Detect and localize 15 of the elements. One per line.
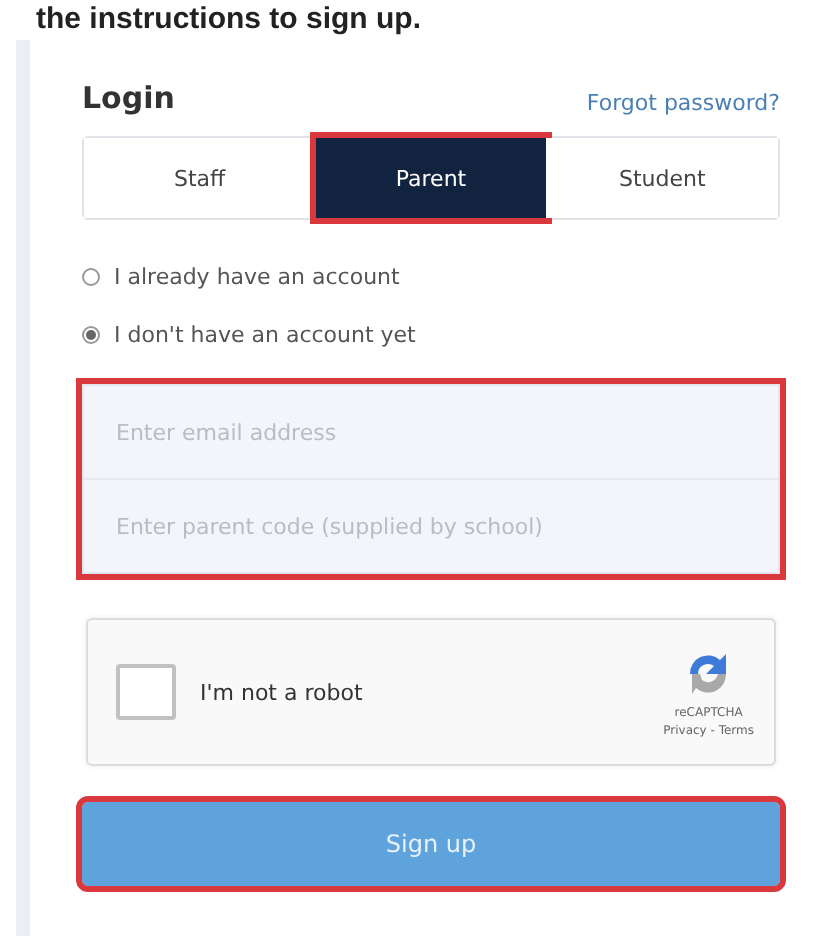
forgot-password-link[interactable]: Forgot password? bbox=[586, 90, 780, 116]
login-title: Login bbox=[82, 80, 175, 116]
captcha-checkbox[interactable] bbox=[116, 664, 176, 720]
radio-icon[interactable] bbox=[82, 268, 100, 286]
radio-icon[interactable] bbox=[82, 326, 100, 344]
role-tab[interactable]: Parent bbox=[315, 138, 547, 218]
account-option[interactable]: I don't have an account yet bbox=[82, 322, 780, 348]
input-field[interactable]: Enter email address bbox=[84, 386, 778, 478]
role-tab[interactable]: Student bbox=[546, 138, 779, 218]
caption-text: the instructions to sign up. bbox=[34, 0, 423, 40]
option-label: I don't have an account yet bbox=[114, 322, 416, 348]
account-option[interactable]: I already have an account bbox=[82, 264, 780, 290]
input-field[interactable]: Enter parent code (supplied by school) bbox=[84, 478, 778, 572]
option-label: I already have an account bbox=[114, 264, 400, 290]
captcha-label: I'm not a robot bbox=[200, 679, 365, 705]
